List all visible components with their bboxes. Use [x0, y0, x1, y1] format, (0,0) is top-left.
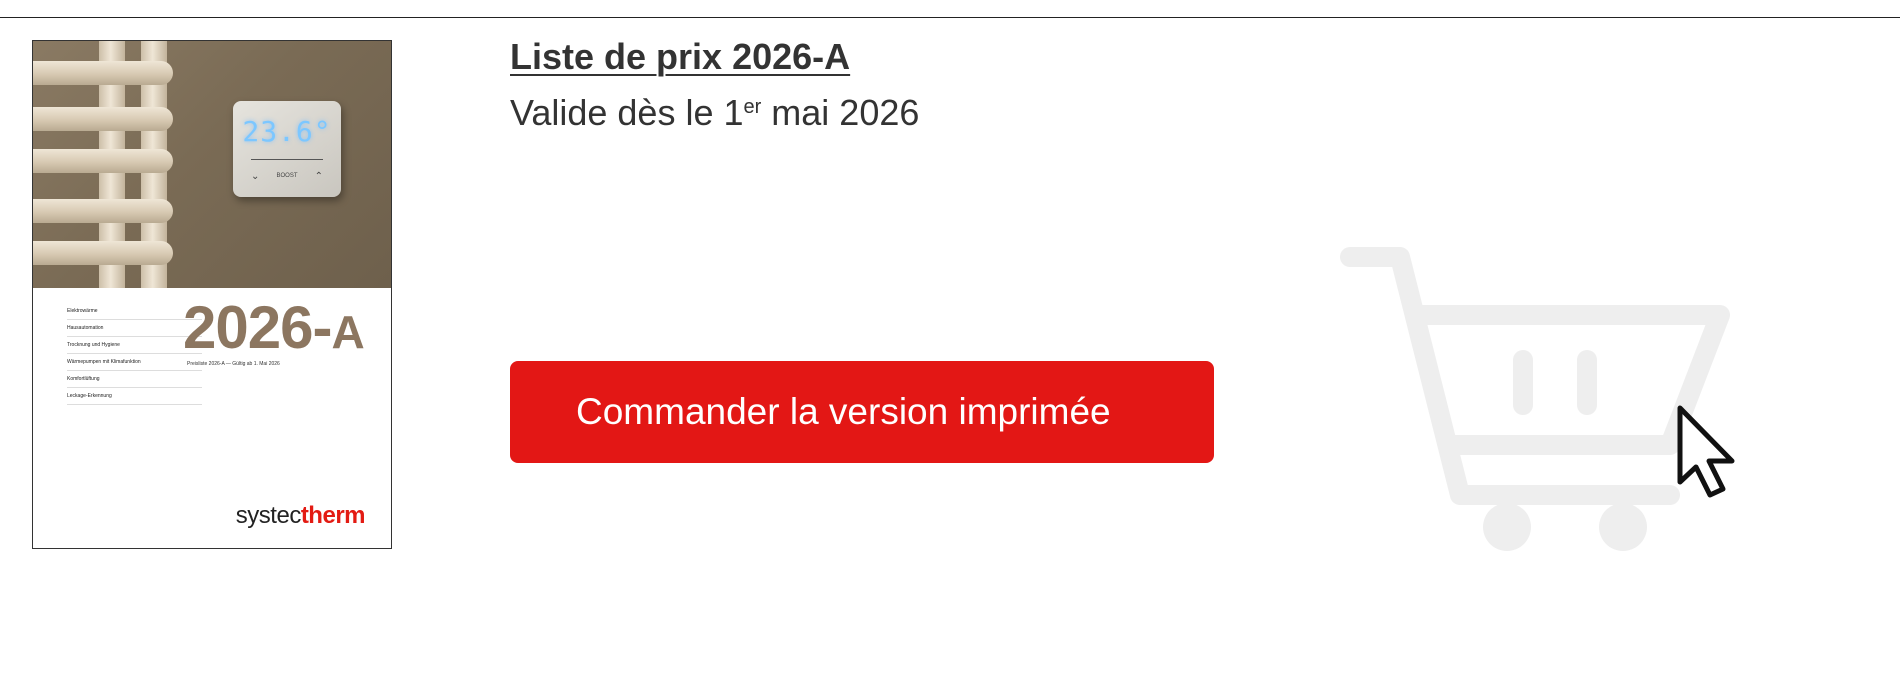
cover-category-list: Elektrowärme Hausautomation Trocknung un…: [67, 305, 202, 407]
towel-rail-rung: [33, 149, 173, 173]
brand-logo-bold: therm: [300, 502, 366, 529]
validity-suffix: mai 2026: [761, 92, 920, 133]
brand-logo: systectherm: [235, 502, 366, 530]
thermostat: 23.6° ⌄ BOOST ⌃: [233, 101, 341, 197]
thermostat-divider: [251, 159, 323, 160]
thermostat-boost-label: BOOST: [276, 173, 298, 179]
validity-ordinal: er: [743, 96, 762, 118]
validity-prefix: Valide dès le 1: [510, 92, 744, 133]
cover-year-suffix: A: [331, 306, 364, 358]
towel-rail-rung: [33, 61, 173, 85]
cover-category-item: Trocknung und Hygiene: [67, 339, 202, 354]
cover-photo: 23.6° ⌄ BOOST ⌃: [33, 41, 391, 288]
top-divider: [0, 17, 1900, 18]
cover-category-item: Wärmepumpen mit Klimafunktion: [67, 356, 202, 371]
shopping-cart-icon: [1340, 247, 1735, 551]
thermostat-display: 23.6°: [242, 115, 332, 148]
cover-category-item: Hausautomation: [67, 322, 202, 337]
cover-category-item: Elektrowärme: [67, 305, 202, 320]
brand-logo-regular: systec: [235, 502, 302, 529]
towel-rail-rung: [33, 241, 173, 265]
cover-subtitle: Preisliste 2026-A — Gültig ab 1. Mai 202…: [187, 361, 280, 367]
pricelist-cover-image[interactable]: 23.6° ⌄ BOOST ⌃ Elektrowärme Hausautomat…: [32, 40, 392, 549]
towel-rail-rung: [33, 107, 173, 131]
cover-category-item: Komfortlüftung: [67, 373, 202, 388]
pricelist-title-link[interactable]: Liste de prix 2026-A: [510, 36, 850, 78]
chevron-up-icon: ⌃: [314, 171, 323, 182]
cover-year-number: 2026-: [183, 294, 332, 361]
cover-year: 2026-A: [183, 293, 365, 362]
validity-date: Valide dès le 1er mai 2026: [510, 92, 919, 134]
order-print-version-button[interactable]: Commander la version imprimée: [510, 361, 1214, 463]
towel-rail-rung: [33, 199, 173, 223]
mouse-pointer-icon: [1677, 405, 1735, 498]
cover-category-item: Leckage-Erkennung: [67, 390, 202, 405]
